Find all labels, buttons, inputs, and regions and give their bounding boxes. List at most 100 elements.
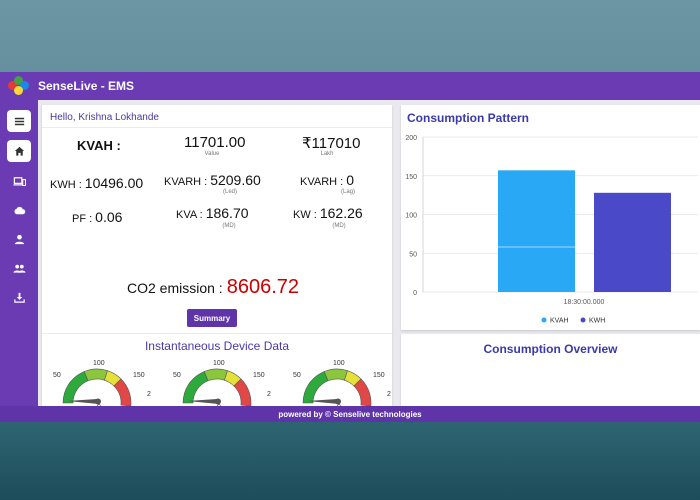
cost-value: ₹117010 — [302, 135, 361, 152]
kvah-sub: Value — [204, 151, 220, 157]
kvarh-lag-sub: (Lag) — [340, 189, 355, 195]
kvah-value-block: 11701.00 — [181, 134, 245, 151]
dashboard-card: Hello, Krishna Lokhande KVAH : 11701.00 … — [42, 105, 392, 411]
sidebar-menu-button[interactable] — [7, 110, 31, 132]
kva-metric: KVA : 186.70 — [176, 205, 249, 221]
kva-sub: (MD) — [222, 223, 236, 229]
gauge-tick-150: 150 — [253, 372, 265, 379]
gauge-tick-max: 2 — [387, 391, 391, 398]
consumption-overview-title: Consumption Overview — [483, 342, 618, 356]
cost-metric: ₹117010 — [299, 134, 360, 152]
sidebar-item-cloud[interactable] — [7, 199, 31, 221]
gauge-segment — [83, 368, 108, 382]
app-window: SenseLive - EMS Hello, Krishna Lokhande … — [0, 72, 700, 422]
background-bottom — [0, 422, 700, 500]
kwh-label: KWH : — [50, 179, 82, 191]
sidebar-item-devices[interactable] — [7, 170, 31, 192]
kvarh-led-sub: (Led) — [222, 189, 237, 195]
kw-sub: (MD) — [332, 223, 346, 229]
gauge-tick-100: 100 — [333, 360, 345, 367]
divider — [42, 333, 392, 334]
devices-icon — [12, 176, 26, 186]
pf-value: 0.06 — [95, 209, 123, 225]
summary-button[interactable]: Summary — [187, 309, 237, 327]
kvah-metric: KVAH : — [77, 138, 121, 153]
footer: powered by © Senselive technologies — [0, 406, 700, 422]
app-title: SenseLive - EMS — [38, 79, 135, 93]
legend-label-kvah[interactable]: KVAH — [550, 318, 569, 325]
y-tick-label: 0 — [413, 290, 417, 297]
x-tick-label: 18:30:00.000 — [564, 299, 605, 306]
sidebar-item-download[interactable] — [7, 286, 31, 308]
consumption-overview-card: Consumption Overview — [401, 334, 700, 406]
gauge-arcs — [62, 368, 132, 407]
y-tick-label: 150 — [405, 174, 417, 181]
gauge-segment — [182, 371, 209, 404]
download-icon — [13, 292, 25, 303]
legend-label-kwh[interactable]: KWH — [589, 318, 605, 325]
gauge-arcs — [302, 368, 372, 407]
sidebar-item-group[interactable] — [7, 257, 31, 279]
gauge-tick-150: 150 — [373, 372, 385, 379]
y-tick-label: 100 — [405, 213, 417, 220]
gauge-tick-max: 2 — [147, 391, 151, 398]
co2-value: 8606.72 — [226, 276, 299, 298]
cost-sub: Lakh — [320, 151, 334, 157]
co2-label: CO2 emission : — [127, 280, 223, 296]
kvah-value: 11701.00 — [184, 134, 246, 151]
kwh-metric: KWH : 10496.00 — [50, 175, 143, 191]
consumption-chart: 0 50 100 150 200 18:30:00.000 KVAH KWH — [405, 135, 698, 325]
senselive-logo-icon — [8, 76, 32, 96]
kvarh-led-metric: KVARH : 5209.60 — [164, 172, 261, 188]
kvarh-led-value: 5209.60 — [210, 172, 261, 188]
kw-metric: KW : 162.26 — [293, 205, 363, 221]
sidebar-item-home[interactable] — [7, 140, 31, 162]
kvarh-lag-label: KVARH : — [300, 176, 344, 188]
gauge-arcs — [182, 368, 252, 407]
kw-label: KW : — [293, 209, 317, 221]
kva-value: 186.70 — [205, 205, 249, 221]
gauge-tick-150: 150 — [133, 372, 145, 379]
sidebar — [0, 100, 38, 406]
group-icon — [12, 264, 26, 273]
bar-kvah[interactable] — [498, 170, 575, 292]
gauge-segment — [323, 368, 348, 382]
bar-kwh[interactable] — [594, 192, 671, 292]
consumption-pattern-card: Consumption Pattern 0 50 100 150 200 18:30:00… — [401, 105, 700, 330]
gauge-tick-50: 50 — [173, 372, 181, 379]
menu-icon — [14, 117, 24, 125]
sidebar-item-user[interactable] — [7, 228, 31, 250]
y-tick-label: 50 — [409, 251, 417, 258]
greeting-text: Hello, Krishna Lokhande — [50, 112, 159, 123]
gauge-tick-100: 100 — [93, 360, 105, 367]
gauge: 50 100 150 2 0 — [287, 360, 397, 411]
kvarh-led-label: KVARH : — [164, 176, 208, 188]
kwh-value: 10496.00 — [84, 175, 144, 191]
gauge: 50 100 150 2 0 — [167, 360, 277, 411]
cloud-icon — [14, 206, 25, 214]
gauge-tick-50: 50 — [53, 372, 61, 379]
legend-swatch — [541, 317, 547, 323]
gauge: 50 100 150 2 0 — [47, 360, 157, 411]
kvah-label: KVAH : — [77, 138, 121, 153]
divider — [42, 127, 392, 128]
consumption-pattern-title: Consumption Pattern — [407, 111, 529, 125]
gauge-svg: 50 100 150 2 0 — [293, 360, 391, 411]
kvarh-lag-value: 0 — [346, 172, 354, 188]
gauge-tick-50: 50 — [293, 372, 301, 379]
top-bar: SenseLive - EMS — [0, 72, 700, 100]
kva-label: KVA : — [176, 209, 203, 221]
person-icon — [14, 234, 24, 244]
co2-metric: CO2 emission : 8606.72 — [127, 276, 299, 299]
kvarh-lag-metric: KVARH : 0 — [300, 172, 354, 188]
instantaneous-title: Instantaneous Device Data — [144, 339, 290, 353]
gauge-segment — [302, 371, 329, 404]
y-tick-label: 200 — [405, 135, 417, 142]
pf-metric: PF : 0.06 — [72, 209, 122, 225]
gauge-svg: 50 100 150 2 0 — [173, 360, 271, 411]
home-icon — [14, 146, 24, 156]
kw-value: 162.26 — [319, 205, 363, 221]
gauge-segment — [62, 371, 89, 404]
pf-label: PF : — [72, 213, 93, 225]
gauge-tick-max: 2 — [267, 391, 271, 398]
